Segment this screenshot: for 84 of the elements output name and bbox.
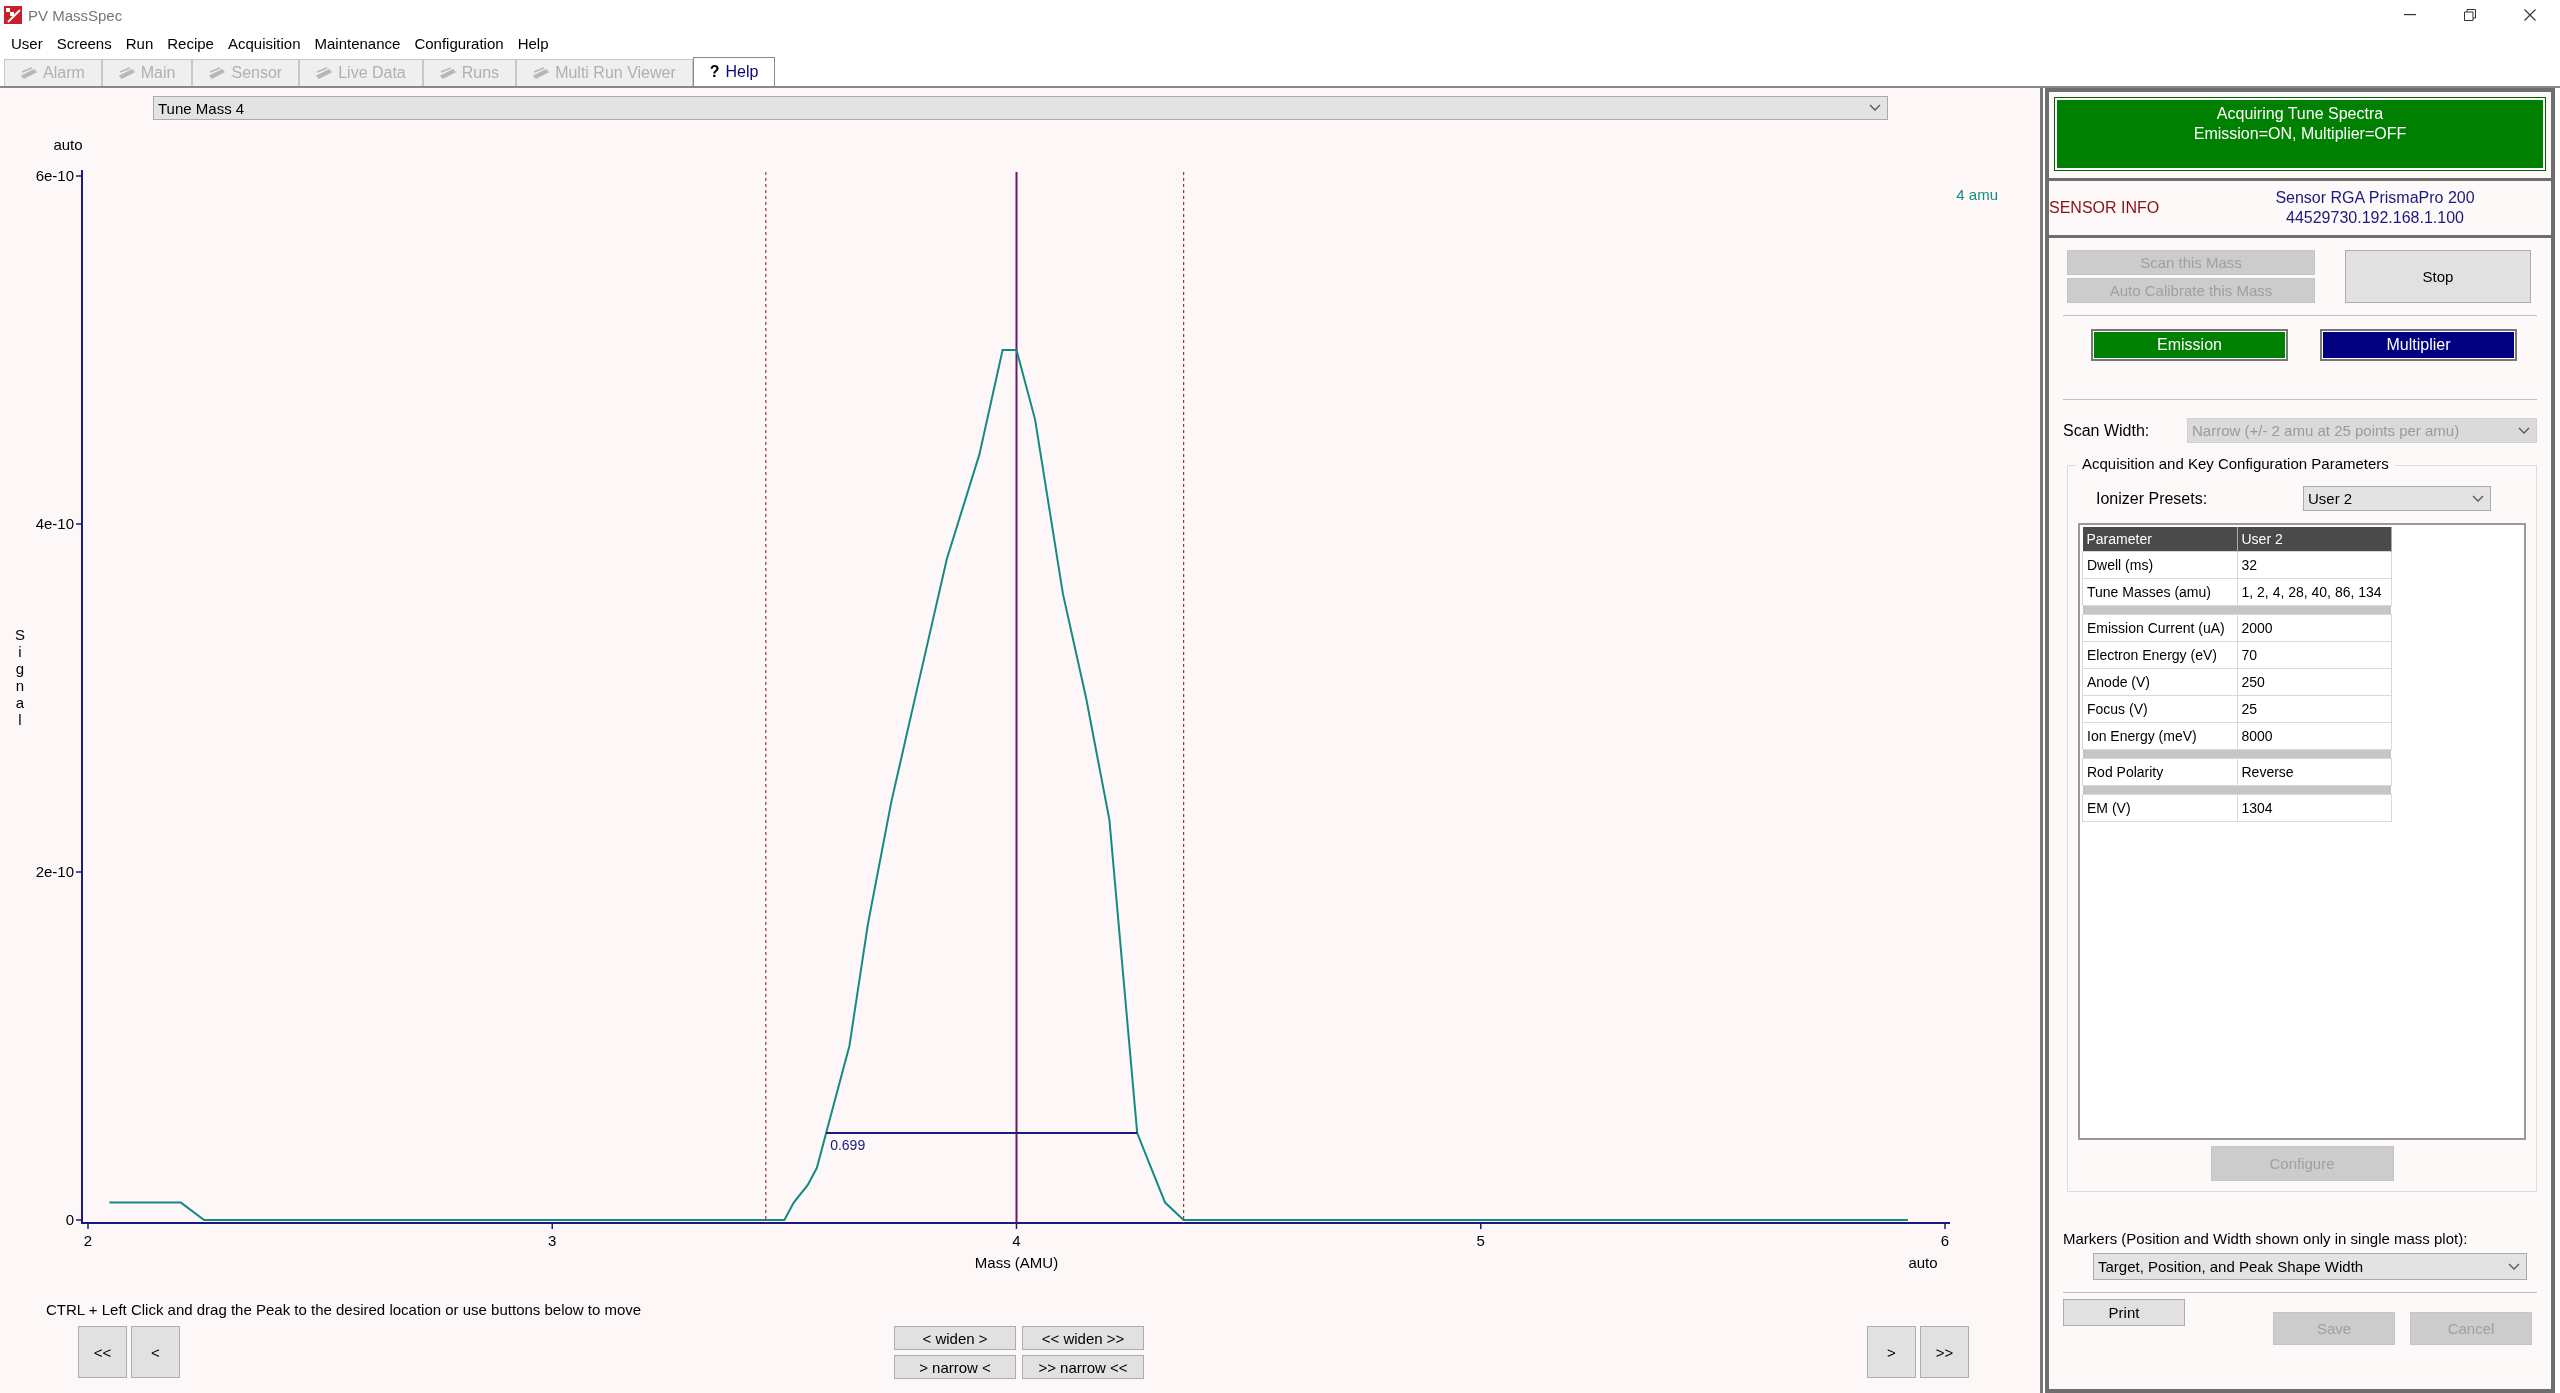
x-tick-label: 6 [1940,1232,1950,1249]
x-scale-label: auto [1908,1254,1938,1271]
narrow-button[interactable]: >> narrow << [1022,1355,1144,1379]
restore-icon [2464,9,2476,21]
pencil-icon [316,67,333,79]
table-cell: Focus (V) [2082,695,2237,723]
ionizer-presets-label: Ionizer Presets: [2096,489,2209,508]
sensor-info-text: 44529730.192.168.1.100 [2285,208,2465,228]
tab[interactable]: ? Help [692,57,776,86]
table-cell: Dwell (ms) [2082,551,2237,579]
x-axis-title: Mass (AMU) [974,1254,1059,1271]
table-cell: Emission Current (uA) [2082,614,2237,642]
x-tick-label: 3 [548,1232,557,1249]
table-cell: 32 [2237,551,2391,579]
tune-mass-dropdown[interactable]: Tune Mass 4 [153,96,1888,120]
widen-button[interactable]: < widen > [894,1326,1016,1350]
chevron-icon [2518,426,2530,435]
pencil-icon [439,67,456,79]
x-tick-label: 2 [83,1232,93,1249]
menu-item[interactable]: User [4,34,50,52]
footer-button[interactable]: Print [2063,1299,2185,1326]
narrow-button[interactable]: > narrow < [894,1355,1016,1379]
ionizer-presets-dropdown[interactable]: User 2 [2303,486,2491,511]
table-cell: 25 [2237,695,2391,723]
table-cell: Anode (V) [2082,668,2237,696]
y-axis-title: Signal [15,626,25,728]
chevron-icon [2508,1262,2520,1271]
nav-button[interactable]: >> [1920,1326,1969,1378]
menu-item[interactable]: Maintenance [307,34,408,52]
table-cell: 8000 [2237,722,2391,750]
menu-item[interactable]: Screens [49,34,119,52]
menu-item[interactable]: Acquisition [220,34,308,52]
app-icon [4,6,22,24]
group-title: Acquisition and Key Configuration Parameters [2076,455,2395,472]
markers-dropdown[interactable]: Target, Position, and Peak Shape Width [2093,1253,2527,1280]
peak-width-label: 0.699 [830,1137,866,1153]
scan-width-label: Scan Width: [2063,421,2151,440]
y-tick-label: 2e-10 [35,863,74,880]
table-cell: 70 [2237,641,2391,669]
pencil-icon [209,67,226,79]
minimize-icon [2404,14,2416,16]
column-header: Parameter [2082,527,2237,552]
table-cell: 1304 [2237,794,2391,822]
table-cell: Tune Masses (amu) [2082,578,2237,606]
mass-label: 4 amu [1956,186,1998,203]
close-icon [2524,9,2536,21]
nav-button[interactable]: < [131,1326,180,1378]
pencil-icon [118,67,135,79]
table-cell: 2000 [2237,614,2391,642]
status-banner: Acquiring Tune Spectra Emission=ON, Multiplier=OFF [2055,98,2545,170]
nav-button[interactable]: > [1867,1326,1916,1378]
y-tick-label: 0 [65,1211,74,1228]
sensor-info-text: Sensor RGA PrismaPro 200 [2274,188,2476,208]
menu-item[interactable]: Run [118,34,161,52]
toggle-button[interactable]: Multiplier [2320,329,2517,361]
y-scale-label: auto [53,136,83,153]
table-cell: EM (V) [2082,794,2237,822]
window-title: PV MassSpec [28,6,124,24]
stop-button[interactable]: Stop [2345,250,2531,303]
table-cell: Reverse [2237,758,2391,786]
table-cell: Rod Polarity [2082,758,2237,786]
x-tick-label: 5 [1476,1232,1485,1249]
sensor-info-label: SENSOR INFO [2049,199,2161,217]
instruction-text: CTRL + Left Click and drag the Peak to the desired location or use buttons below to move [46,1301,642,1318]
x-tick-label: 4 [1012,1232,1021,1249]
y-tick-label: 4e-10 [35,515,74,532]
menu-item[interactable]: Help [510,34,556,52]
table-cell: Electron Energy (eV) [2082,641,2237,669]
help-mark: ? [709,63,720,81]
table-cell: 1, 2, 4, 28, 40, 86, 134 [2237,578,2391,606]
y-tick-label: 6e-10 [35,167,74,184]
column-header: User 2 [2237,527,2391,552]
widen-button[interactable]: << widen >> [1022,1326,1144,1350]
pencil-icon [533,67,550,79]
menu-item[interactable]: Configuration [407,34,511,52]
toggle-button[interactable]: Emission [2091,329,2288,361]
table-cell: Ion Energy (meV) [2082,722,2237,750]
chevron-icon [2472,494,2484,503]
menu-item[interactable]: Recipe [160,34,221,52]
pencil-icon [21,67,37,79]
table-cell: 250 [2237,668,2391,696]
chevron-icon [1869,104,1881,112]
nav-button[interactable]: << [78,1326,127,1378]
markers-label: Markers (Position and Width shown only in single mass plot): [2063,1230,2469,1247]
